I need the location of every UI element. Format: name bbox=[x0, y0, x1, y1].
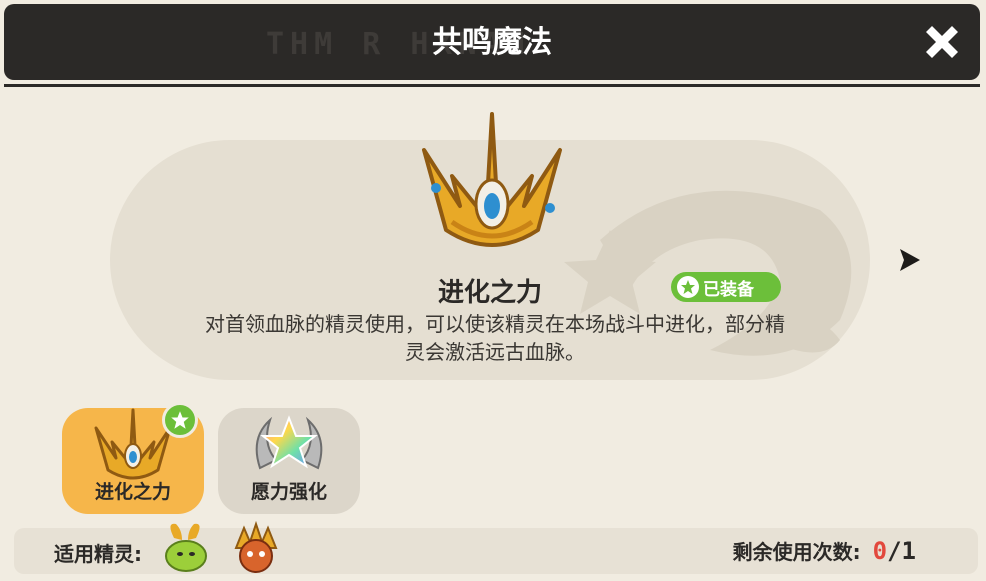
remaining-uses-count: 0/1 bbox=[873, 537, 916, 565]
item-name: 进化之力 bbox=[437, 278, 542, 308]
item-description: 对首领血脉的精灵使用，可以使该精灵在本场战斗中进化，部分精灵会激活远古血脉。 bbox=[205, 312, 785, 364]
equipped-star-icon bbox=[162, 402, 198, 438]
close-icon bbox=[926, 26, 958, 58]
rainbow-star-icon bbox=[255, 415, 323, 470]
sprite-avatar-green[interactable] bbox=[160, 518, 212, 574]
crown-icon bbox=[422, 112, 562, 247]
equipped-badge: 已装备 bbox=[671, 272, 781, 302]
equipped-badge-label: 已装备 bbox=[703, 279, 754, 300]
title-bar: THM R HXNAN 共鸣魔法 bbox=[4, 4, 980, 80]
remaining-uses-current: 0 bbox=[872, 537, 888, 565]
slot-label: 进化之力 bbox=[94, 481, 171, 503]
remaining-uses-total: /1 bbox=[887, 537, 916, 565]
page-title: 共鸣魔法 bbox=[432, 25, 552, 60]
remaining-uses-label: 剩余使用次数: bbox=[732, 540, 861, 564]
next-arrow-icon[interactable] bbox=[896, 247, 922, 273]
applicable-sprites-label: 适用精灵: bbox=[54, 542, 142, 566]
close-button[interactable] bbox=[918, 18, 966, 66]
sprite-avatar-fire[interactable] bbox=[230, 518, 282, 574]
remaining-uses: 剩余使用次数: 0/1 bbox=[733, 536, 916, 565]
slot-wish-power-boost[interactable]: 愿力强化 bbox=[218, 408, 360, 514]
title-divider bbox=[4, 84, 980, 87]
slot-label: 愿力强化 bbox=[250, 481, 327, 503]
star-icon bbox=[677, 276, 699, 298]
